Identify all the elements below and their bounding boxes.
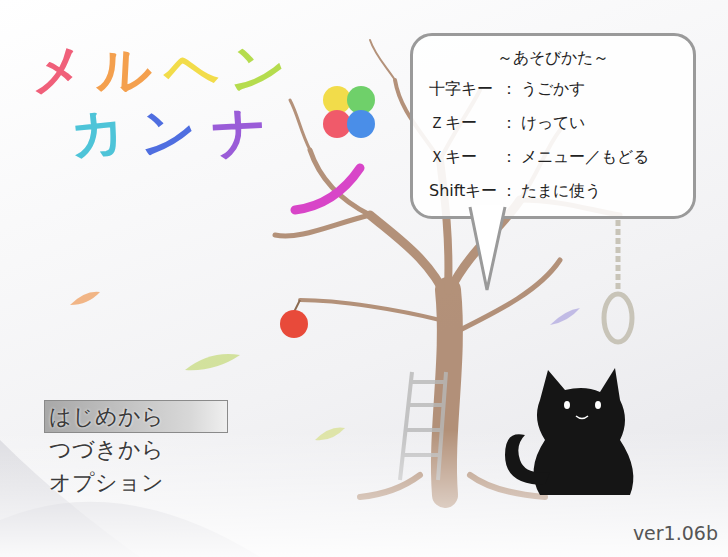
menu-item[interactable]: オプション — [44, 466, 228, 499]
logo-line: メルヘン — [30, 40, 286, 99]
help-action: メニュー／もどる — [521, 140, 677, 174]
logo-letter: ナ — [210, 102, 268, 164]
game-logo: メルヘンカンナ — [30, 40, 286, 163]
menu-item[interactable]: はじめから — [44, 400, 228, 433]
logo-letter: ヘ — [162, 39, 220, 101]
logo-line: カンナ — [30, 103, 286, 162]
cat-icon — [505, 368, 633, 495]
help-heading: ～あそびかた～ — [429, 44, 677, 72]
help-key: Ｚキー — [429, 106, 497, 140]
help-action: うごかす — [521, 72, 677, 106]
apple-icon — [280, 310, 308, 338]
main-menu: はじめからつづきからオプション — [44, 400, 228, 499]
logo-letter: ン — [139, 102, 197, 164]
help-rows: 十字キー：うごかすＺキー：けっていＸキー：メニュー／もどるShiftキー：たまに… — [429, 72, 677, 208]
help-action: たまに使う — [521, 174, 677, 208]
logo-letter: ン — [228, 37, 289, 102]
bubble-tail-icon — [465, 205, 515, 295]
help-separator: ： — [501, 106, 517, 140]
clover-icon — [315, 78, 383, 146]
help-key: 十字キー — [429, 72, 497, 106]
version-label: ver1.06b — [633, 519, 718, 548]
logo-letter: ル — [95, 39, 153, 101]
help-action: けってい — [521, 106, 677, 140]
logo-letter: カ — [67, 101, 128, 166]
help-separator: ： — [501, 174, 517, 208]
help-key: Shiftキー — [429, 174, 497, 208]
menu-item[interactable]: つづきから — [44, 433, 228, 466]
logo-letter: メ — [27, 37, 88, 102]
swoosh-icon — [290, 160, 370, 220]
title-screen: メルヘンカンナ～あそびかた～十字キー：うごかすＺキー：けっていＸキー：メニュー／… — [0, 0, 728, 557]
help-bubble: ～あそびかた～十字キー：うごかすＺキー：けっていＸキー：メニュー／もどるShif… — [410, 33, 696, 219]
help-separator: ： — [501, 140, 517, 174]
help-key: Ｘキー — [429, 140, 497, 174]
noose-icon — [604, 220, 632, 342]
help-separator: ： — [501, 72, 517, 106]
